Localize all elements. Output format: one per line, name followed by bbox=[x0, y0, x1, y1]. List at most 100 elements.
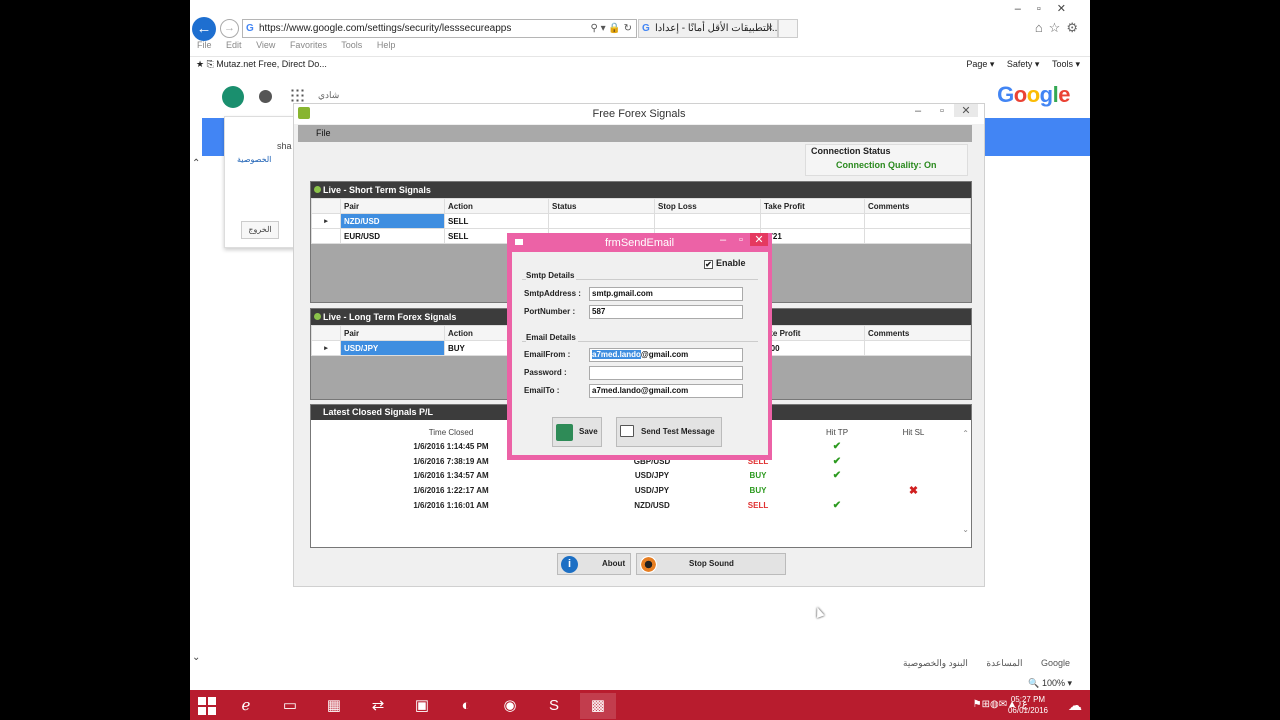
email-to-label: EmailTo : bbox=[524, 386, 560, 395]
footer-terms[interactable]: البنود والخصوصية bbox=[903, 658, 968, 668]
dialog-maximize-button[interactable]: ▫ bbox=[732, 234, 750, 246]
menu-edit[interactable]: Edit bbox=[226, 40, 242, 50]
scroll-up-icon[interactable]: ⌃ bbox=[192, 158, 200, 169]
scroll-down-icon[interactable]: ⌄ bbox=[192, 652, 200, 663]
save-button[interactable]: Save bbox=[552, 417, 602, 447]
notifications-icon[interactable] bbox=[259, 90, 272, 103]
privacy-link[interactable]: الخصوصية bbox=[237, 155, 271, 164]
cell-comments[interactable] bbox=[864, 340, 971, 356]
email-to-input[interactable]: a7med.lando@gmail.com bbox=[589, 384, 743, 398]
port-input[interactable]: 587 bbox=[589, 305, 743, 319]
about-button[interactable]: i About bbox=[557, 553, 631, 575]
new-tab-button[interactable] bbox=[778, 19, 798, 38]
file-explorer-icon[interactable]: ▭ bbox=[272, 693, 308, 719]
window-controls[interactable]: ‒▫✕ bbox=[1015, 2, 1082, 15]
excel-icon[interactable]: ▦ bbox=[316, 693, 352, 719]
menu-tools[interactable]: Tools bbox=[341, 40, 362, 50]
menu-favorites[interactable]: Favorites bbox=[290, 40, 327, 50]
menu-help[interactable]: Help bbox=[377, 40, 396, 50]
home-star-gear-icon[interactable]: ⌂☆⚙ bbox=[1035, 20, 1084, 36]
dialog-titlebar: frmSendEmail ‒ ▫ ✕ bbox=[507, 233, 772, 251]
col-status[interactable]: Status bbox=[548, 198, 655, 214]
account-avatar[interactable] bbox=[222, 86, 244, 108]
address-bar[interactable]: G https://www.google.com/settings/securi… bbox=[242, 19, 637, 38]
col-take-profit[interactable]: Take Profit bbox=[760, 198, 865, 214]
enable-checkbox[interactable]: ✔ Enable bbox=[704, 258, 746, 269]
cell-pair: NZD/USD bbox=[634, 500, 670, 510]
minimize-button[interactable]: ‒ bbox=[906, 105, 930, 117]
vpn-icon[interactable]: ◐ bbox=[448, 693, 484, 719]
scroll-up-icon[interactable]: ⌃ bbox=[962, 429, 969, 438]
cell-take-profit[interactable]: 2.00 bbox=[760, 340, 865, 356]
table-row: 1/6/2016 1:16:01 AM NZD/USD SELL ✔ bbox=[311, 498, 956, 513]
zoom-level[interactable]: 🔍 100% ▾ bbox=[1028, 678, 1072, 689]
table-row: 1/6/2016 1:34:57 AM USD/JPY BUY ✔ bbox=[311, 468, 956, 483]
col-action[interactable]: Action bbox=[444, 198, 549, 214]
back-button[interactable]: ← bbox=[192, 17, 216, 41]
email-from-input[interactable]: a7med.lando@gmail.com bbox=[589, 348, 743, 362]
cell-action[interactable]: SELL bbox=[444, 213, 549, 229]
col-take-profit[interactable]: ake Profit bbox=[760, 325, 865, 341]
dialog-minimize-button[interactable]: ‒ bbox=[714, 234, 732, 246]
cell-time: 1/6/2016 1:16:01 AM bbox=[413, 500, 489, 510]
close-button[interactable]: ✕ bbox=[954, 104, 978, 117]
check-icon: ✔ bbox=[832, 470, 842, 482]
favorites-bar: ★ ⎘ Mutaz.net Free, Direct Do... Page ▾ … bbox=[190, 56, 1090, 74]
scroll-down-icon[interactable]: ⌄ bbox=[962, 525, 969, 534]
clock[interactable]: 05:27 PM 06/01/2016 bbox=[1008, 694, 1048, 716]
col-comments[interactable]: Comments bbox=[864, 198, 971, 214]
address-tools-icon[interactable]: ⚲ ▾ 🔒 ↻ bbox=[590, 20, 632, 37]
command-page[interactable]: Page ▾ bbox=[966, 59, 994, 69]
windows-start-icon[interactable] bbox=[198, 697, 216, 715]
teamviewer-icon[interactable]: ⇄ bbox=[360, 693, 396, 719]
command-safety[interactable]: Safety ▾ bbox=[1007, 59, 1040, 69]
cross-icon: ✖ bbox=[908, 484, 919, 497]
connection-status-label: Connection Status bbox=[811, 146, 891, 156]
stop-sound-button[interactable]: Stop Sound bbox=[636, 553, 786, 575]
cell-pair[interactable]: USD/JPY bbox=[340, 340, 445, 356]
menu-view[interactable]: View bbox=[256, 40, 275, 50]
col-comments[interactable]: Comments bbox=[864, 325, 971, 341]
browser-tab[interactable]: G التطبيقات الأقل أمانًا - إعدادا... × bbox=[638, 19, 778, 38]
cell-status[interactable] bbox=[548, 213, 655, 229]
apps-grid-icon[interactable] bbox=[290, 88, 304, 102]
cell-stop-loss[interactable] bbox=[654, 213, 761, 229]
s-app-icon[interactable]: S bbox=[536, 693, 572, 719]
tab-close-button[interactable]: × bbox=[767, 20, 773, 37]
command-tools[interactable]: Tools ▾ bbox=[1052, 59, 1080, 69]
send-test-button[interactable]: Send Test Message bbox=[616, 417, 722, 447]
signout-button[interactable]: الخروج bbox=[241, 221, 279, 239]
maximize-button[interactable]: ▫ bbox=[930, 105, 954, 117]
menu-file[interactable]: File bbox=[197, 40, 212, 50]
cell-take-profit[interactable]: 0721 bbox=[760, 228, 865, 244]
monitor-app-icon[interactable]: ▣ bbox=[404, 693, 440, 719]
check-icon: ✔ bbox=[832, 499, 842, 511]
cell-comments[interactable] bbox=[864, 228, 971, 244]
password-label: Password : bbox=[524, 368, 567, 377]
cell-pair[interactable]: EUR/USD bbox=[340, 228, 445, 244]
col-stop-loss[interactable]: Stop Loss bbox=[654, 198, 761, 214]
cell-tp bbox=[803, 483, 871, 498]
password-input[interactable] bbox=[589, 366, 743, 380]
screen: ← → G https://www.google.com/settings/se… bbox=[190, 0, 1090, 720]
internet-explorer-icon[interactable]: ℯ bbox=[228, 693, 264, 719]
smtp-address-input[interactable]: smtp.gmail.com bbox=[589, 287, 743, 301]
dialog-window-controls[interactable]: ‒ ▫ ✕ bbox=[714, 233, 768, 246]
table-row[interactable]: ▸ NZD/USD SELL bbox=[311, 213, 971, 229]
dialog-close-button[interactable]: ✕ bbox=[750, 233, 768, 246]
forex-app-icon[interactable]: ▩ bbox=[580, 693, 616, 719]
forex-menu-file[interactable]: File bbox=[298, 125, 972, 142]
favorite-link[interactable]: ★ ⎘ Mutaz.net Free, Direct Do... bbox=[196, 59, 327, 70]
cell-comments[interactable] bbox=[864, 213, 971, 229]
firefox-icon[interactable]: ◉ bbox=[492, 693, 528, 719]
smtp-group-label: Smtp Details bbox=[526, 271, 577, 280]
weather-icon[interactable]: ☁ bbox=[1068, 697, 1082, 714]
col-pair[interactable]: Pair bbox=[340, 198, 445, 214]
col-pair[interactable]: Pair bbox=[340, 325, 445, 341]
forward-button[interactable]: → bbox=[220, 19, 239, 38]
cell-pair[interactable]: NZD/USD bbox=[340, 213, 445, 229]
footer-google[interactable]: Google bbox=[1041, 658, 1070, 668]
cell-take-profit[interactable] bbox=[760, 213, 865, 229]
footer-help[interactable]: المساعدة bbox=[986, 658, 1022, 668]
forex-window-controls[interactable]: ‒ ▫ ✕ bbox=[906, 104, 978, 117]
